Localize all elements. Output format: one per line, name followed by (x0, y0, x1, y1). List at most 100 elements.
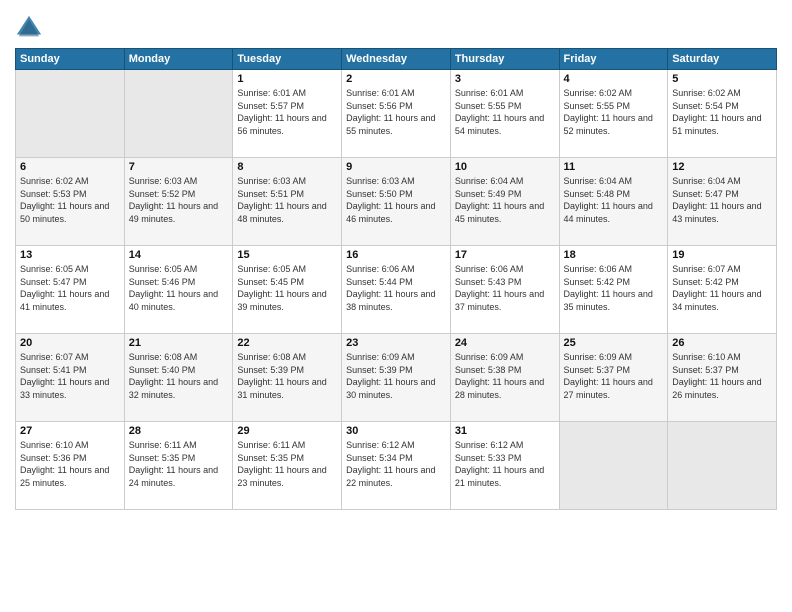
cell-content: Sunrise: 6:01 AMSunset: 5:56 PMDaylight:… (346, 88, 435, 136)
day-number: 25 (564, 337, 664, 349)
weekday-header: Saturday (668, 49, 777, 70)
calendar-cell: 15 Sunrise: 6:05 AMSunset: 5:45 PMDaylig… (233, 246, 342, 334)
weekday-header: Tuesday (233, 49, 342, 70)
calendar-week-row: 27 Sunrise: 6:10 AMSunset: 5:36 PMDaylig… (16, 422, 777, 510)
calendar-cell: 23 Sunrise: 6:09 AMSunset: 5:39 PMDaylig… (342, 334, 451, 422)
cell-content: Sunrise: 6:07 AMSunset: 5:41 PMDaylight:… (20, 352, 109, 400)
logo-icon (15, 14, 43, 42)
calendar-cell: 4 Sunrise: 6:02 AMSunset: 5:55 PMDayligh… (559, 70, 668, 158)
cell-content: Sunrise: 6:06 AMSunset: 5:44 PMDaylight:… (346, 264, 435, 312)
day-number: 20 (20, 337, 120, 349)
calendar-cell: 13 Sunrise: 6:05 AMSunset: 5:47 PMDaylig… (16, 246, 125, 334)
calendar-cell: 12 Sunrise: 6:04 AMSunset: 5:47 PMDaylig… (668, 158, 777, 246)
cell-content: Sunrise: 6:01 AMSunset: 5:57 PMDaylight:… (237, 88, 326, 136)
cell-content: Sunrise: 6:08 AMSunset: 5:40 PMDaylight:… (129, 352, 218, 400)
calendar-cell: 11 Sunrise: 6:04 AMSunset: 5:48 PMDaylig… (559, 158, 668, 246)
day-number: 10 (455, 161, 555, 173)
day-number: 3 (455, 73, 555, 85)
calendar-week-row: 6 Sunrise: 6:02 AMSunset: 5:53 PMDayligh… (16, 158, 777, 246)
calendar-cell (16, 70, 125, 158)
cell-content: Sunrise: 6:02 AMSunset: 5:54 PMDaylight:… (672, 88, 761, 136)
logo (15, 14, 45, 42)
day-number: 7 (129, 161, 229, 173)
day-number: 11 (564, 161, 664, 173)
header (15, 10, 777, 42)
calendar-cell: 22 Sunrise: 6:08 AMSunset: 5:39 PMDaylig… (233, 334, 342, 422)
cell-content: Sunrise: 6:09 AMSunset: 5:38 PMDaylight:… (455, 352, 544, 400)
cell-content: Sunrise: 6:06 AMSunset: 5:43 PMDaylight:… (455, 264, 544, 312)
day-number: 15 (237, 249, 337, 261)
calendar-cell: 9 Sunrise: 6:03 AMSunset: 5:50 PMDayligh… (342, 158, 451, 246)
day-number: 30 (346, 425, 446, 437)
cell-content: Sunrise: 6:10 AMSunset: 5:36 PMDaylight:… (20, 440, 109, 488)
day-number: 22 (237, 337, 337, 349)
calendar-cell: 26 Sunrise: 6:10 AMSunset: 5:37 PMDaylig… (668, 334, 777, 422)
calendar-cell: 16 Sunrise: 6:06 AMSunset: 5:44 PMDaylig… (342, 246, 451, 334)
day-number: 27 (20, 425, 120, 437)
calendar-cell: 27 Sunrise: 6:10 AMSunset: 5:36 PMDaylig… (16, 422, 125, 510)
day-number: 12 (672, 161, 772, 173)
cell-content: Sunrise: 6:04 AMSunset: 5:47 PMDaylight:… (672, 176, 761, 224)
calendar-week-row: 20 Sunrise: 6:07 AMSunset: 5:41 PMDaylig… (16, 334, 777, 422)
cell-content: Sunrise: 6:11 AMSunset: 5:35 PMDaylight:… (237, 440, 326, 488)
calendar-cell: 24 Sunrise: 6:09 AMSunset: 5:38 PMDaylig… (450, 334, 559, 422)
cell-content: Sunrise: 6:04 AMSunset: 5:48 PMDaylight:… (564, 176, 653, 224)
calendar-cell: 31 Sunrise: 6:12 AMSunset: 5:33 PMDaylig… (450, 422, 559, 510)
day-number: 23 (346, 337, 446, 349)
calendar-cell: 8 Sunrise: 6:03 AMSunset: 5:51 PMDayligh… (233, 158, 342, 246)
cell-content: Sunrise: 6:02 AMSunset: 5:55 PMDaylight:… (564, 88, 653, 136)
calendar-cell: 28 Sunrise: 6:11 AMSunset: 5:35 PMDaylig… (124, 422, 233, 510)
cell-content: Sunrise: 6:04 AMSunset: 5:49 PMDaylight:… (455, 176, 544, 224)
day-number: 31 (455, 425, 555, 437)
day-number: 14 (129, 249, 229, 261)
day-number: 21 (129, 337, 229, 349)
day-number: 28 (129, 425, 229, 437)
cell-content: Sunrise: 6:11 AMSunset: 5:35 PMDaylight:… (129, 440, 218, 488)
calendar-cell (668, 422, 777, 510)
day-number: 1 (237, 73, 337, 85)
calendar-cell: 20 Sunrise: 6:07 AMSunset: 5:41 PMDaylig… (16, 334, 125, 422)
day-number: 29 (237, 425, 337, 437)
weekday-header: Wednesday (342, 49, 451, 70)
day-number: 13 (20, 249, 120, 261)
calendar-cell: 14 Sunrise: 6:05 AMSunset: 5:46 PMDaylig… (124, 246, 233, 334)
day-number: 6 (20, 161, 120, 173)
cell-content: Sunrise: 6:09 AMSunset: 5:37 PMDaylight:… (564, 352, 653, 400)
page: SundayMondayTuesdayWednesdayThursdayFrid… (0, 0, 792, 612)
cell-content: Sunrise: 6:05 AMSunset: 5:45 PMDaylight:… (237, 264, 326, 312)
cell-content: Sunrise: 6:08 AMSunset: 5:39 PMDaylight:… (237, 352, 326, 400)
calendar-cell: 6 Sunrise: 6:02 AMSunset: 5:53 PMDayligh… (16, 158, 125, 246)
calendar-cell: 5 Sunrise: 6:02 AMSunset: 5:54 PMDayligh… (668, 70, 777, 158)
day-number: 4 (564, 73, 664, 85)
calendar-cell: 25 Sunrise: 6:09 AMSunset: 5:37 PMDaylig… (559, 334, 668, 422)
calendar-header: SundayMondayTuesdayWednesdayThursdayFrid… (16, 49, 777, 70)
cell-content: Sunrise: 6:01 AMSunset: 5:55 PMDaylight:… (455, 88, 544, 136)
weekday-header: Friday (559, 49, 668, 70)
calendar-cell: 30 Sunrise: 6:12 AMSunset: 5:34 PMDaylig… (342, 422, 451, 510)
cell-content: Sunrise: 6:05 AMSunset: 5:47 PMDaylight:… (20, 264, 109, 312)
calendar-cell: 3 Sunrise: 6:01 AMSunset: 5:55 PMDayligh… (450, 70, 559, 158)
calendar-week-row: 1 Sunrise: 6:01 AMSunset: 5:57 PMDayligh… (16, 70, 777, 158)
day-number: 18 (564, 249, 664, 261)
calendar-cell: 2 Sunrise: 6:01 AMSunset: 5:56 PMDayligh… (342, 70, 451, 158)
cell-content: Sunrise: 6:03 AMSunset: 5:51 PMDaylight:… (237, 176, 326, 224)
calendar-body: 1 Sunrise: 6:01 AMSunset: 5:57 PMDayligh… (16, 70, 777, 510)
calendar-cell (559, 422, 668, 510)
cell-content: Sunrise: 6:12 AMSunset: 5:34 PMDaylight:… (346, 440, 435, 488)
calendar-cell: 21 Sunrise: 6:08 AMSunset: 5:40 PMDaylig… (124, 334, 233, 422)
calendar-cell: 17 Sunrise: 6:06 AMSunset: 5:43 PMDaylig… (450, 246, 559, 334)
day-number: 9 (346, 161, 446, 173)
calendar-cell: 18 Sunrise: 6:06 AMSunset: 5:42 PMDaylig… (559, 246, 668, 334)
cell-content: Sunrise: 6:05 AMSunset: 5:46 PMDaylight:… (129, 264, 218, 312)
day-number: 17 (455, 249, 555, 261)
calendar: SundayMondayTuesdayWednesdayThursdayFrid… (15, 48, 777, 510)
weekday-row: SundayMondayTuesdayWednesdayThursdayFrid… (16, 49, 777, 70)
cell-content: Sunrise: 6:03 AMSunset: 5:52 PMDaylight:… (129, 176, 218, 224)
cell-content: Sunrise: 6:12 AMSunset: 5:33 PMDaylight:… (455, 440, 544, 488)
day-number: 16 (346, 249, 446, 261)
calendar-week-row: 13 Sunrise: 6:05 AMSunset: 5:47 PMDaylig… (16, 246, 777, 334)
cell-content: Sunrise: 6:07 AMSunset: 5:42 PMDaylight:… (672, 264, 761, 312)
day-number: 19 (672, 249, 772, 261)
cell-content: Sunrise: 6:10 AMSunset: 5:37 PMDaylight:… (672, 352, 761, 400)
weekday-header: Sunday (16, 49, 125, 70)
